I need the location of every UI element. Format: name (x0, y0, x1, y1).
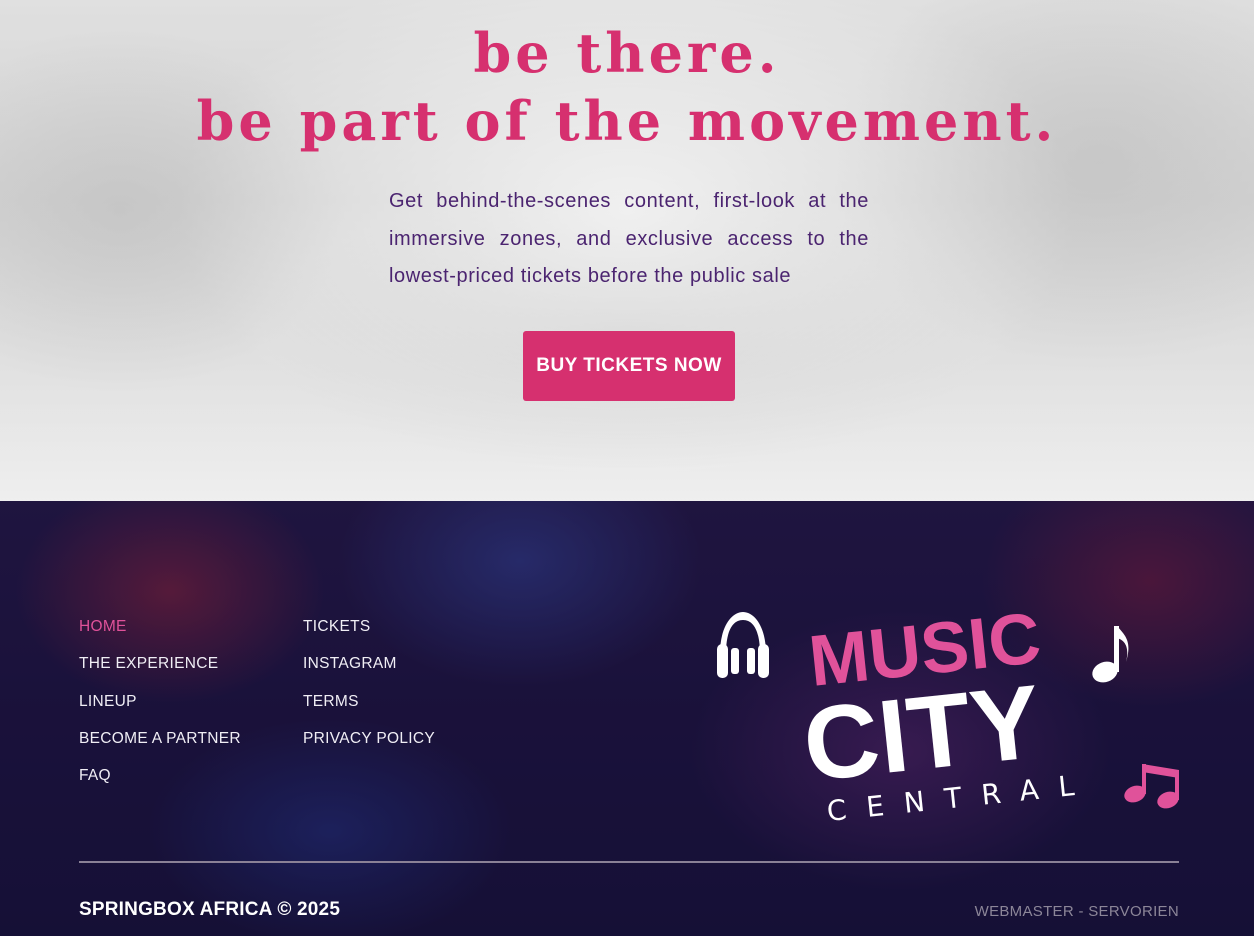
footer-divider (79, 861, 1179, 863)
nav-link-home[interactable]: HOME (79, 618, 127, 635)
hero-subtitle: Get behind-the-scenes content, first-loo… (389, 190, 869, 287)
hero-headline-line1: be there. (473, 21, 781, 85)
double-music-note-icon (1124, 764, 1179, 809)
footer-nav-item: INSTAGRAM (303, 653, 435, 690)
nav-link-faq[interactable]: FAQ (79, 767, 111, 784)
footer-nav-item: PRIVACY POLICY (303, 728, 435, 765)
webmaster-credit-link[interactable]: WEBMASTER - SERVORIEN (975, 903, 1179, 920)
copyright-text: SPRINGBOX AFRICA © 2025 (79, 899, 341, 920)
footer-nav-item: HOME (79, 616, 241, 653)
footer-nav-secondary: TICKETS INSTAGRAM TERMS PRIVACY POLICY (303, 616, 435, 765)
hero-section: be there. be part of the movement. Get b… (0, 0, 1254, 501)
nav-link-privacy-policy[interactable]: PRIVACY POLICY (303, 730, 435, 747)
nav-link-become-a-partner[interactable]: BECOME A PARTNER (79, 730, 241, 747)
footer-nav-item: LINEUP (79, 691, 241, 728)
nav-link-terms[interactable]: TERMS (303, 693, 359, 710)
nav-link-instagram[interactable]: INSTAGRAM (303, 655, 397, 672)
nav-link-tickets[interactable]: TICKETS (303, 618, 371, 635)
music-note-icon (1092, 626, 1129, 683)
music-city-central-logo[interactable]: MUSIC CITY CENTRAL (712, 576, 1182, 826)
footer-nav-item: FAQ (79, 765, 241, 802)
footer-nav-primary: HOME THE EXPERIENCE LINEUP BECOME A PART… (79, 616, 241, 802)
site-footer: HOME THE EXPERIENCE LINEUP BECOME A PART… (0, 501, 1254, 936)
buy-tickets-button[interactable]: BUY TICKETS NOW (523, 331, 735, 401)
nav-link-lineup[interactable]: LINEUP (79, 693, 137, 710)
footer-nav-item: TERMS (303, 691, 435, 728)
footer-nav-item: BECOME A PARTNER (79, 728, 241, 765)
headphones-icon (717, 612, 769, 678)
nav-link-the-experience[interactable]: THE EXPERIENCE (79, 655, 218, 672)
footer-nav-item: TICKETS (303, 616, 435, 653)
footer-nav-item: THE EXPERIENCE (79, 653, 241, 690)
hero-headline-line2: be part of the movement. (196, 89, 1058, 153)
